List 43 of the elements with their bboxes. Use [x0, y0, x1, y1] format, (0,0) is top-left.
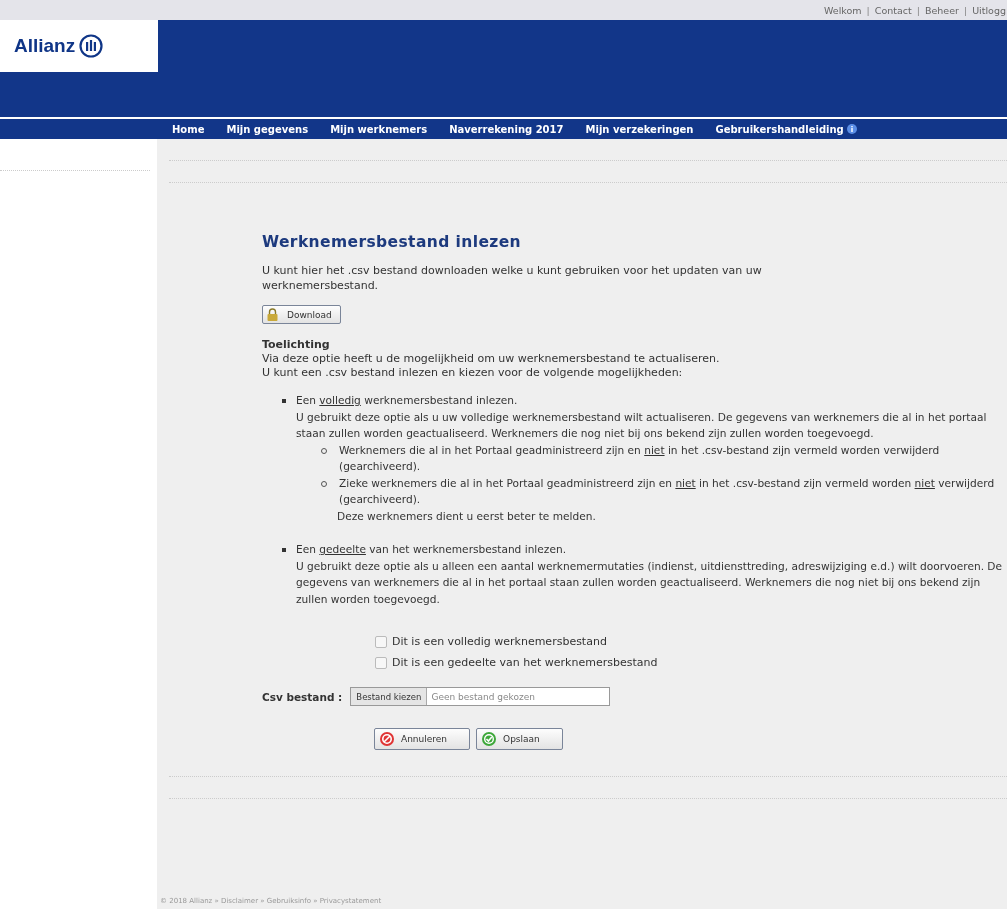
page-title: Werknemersbestand inlezen [262, 233, 523, 251]
forbidden-icon [379, 731, 395, 747]
nav-link[interactable]: Home [172, 123, 205, 135]
save-button[interactable]: Opslaan [476, 728, 563, 750]
nav-link[interactable]: Mijn gegevens [226, 123, 309, 135]
option-text: U gebruikt deze optie als u alleen een aantal werknemermutaties (indienst, uitdiensttreding, adreswijziging e.d.) wilt doorvoeren. De gegevens van werknemers die al in het portaal staan zullen worden geactualiseerd. Werknemers die nog niet bij ons bekend zijn zullen worden toegevoegd. [296, 558, 1004, 607]
separator: | [963, 4, 968, 16]
bullet-icon [282, 399, 286, 403]
top-link[interactable]: Beheer [924, 4, 959, 16]
nav-link[interactable]: Gebruikershandleiding [715, 123, 857, 135]
bullet-icon [282, 548, 286, 552]
intro-text: U kunt hier het .csv bestand downloaden welke u kunt gebruiken voor het updaten van uw werknemersbestand. [262, 263, 763, 293]
checkbox[interactable] [375, 635, 387, 648]
file-name-text: Geen bestand gekozen [430, 690, 535, 704]
separator: | [866, 4, 870, 16]
file-input[interactable]: Bestand kiezen Geen bestand gekozen [350, 687, 611, 706]
explanation-text: Via deze optie heeft u de mogelijkheid om uw werknemersbestand te actualiseren. [262, 352, 721, 366]
explanation-text: U kunt een .csv bestand inlezen en kiezen voor de volgende mogelijkheden: [262, 366, 684, 380]
logo-icon [79, 34, 104, 58]
download-button[interactable]: Download [262, 305, 341, 324]
option-note: Werknemers die al in het Portaal geadministreerd zijn en niet in het .csv-bestand zijn vermeld worden verwijderd (gearchiveerd). [339, 442, 941, 474]
option-text: U gebruikt deze optie als u uw volledige werknemersbestand wilt actualiseren. De gegevens van werknemers die al in het portaal staan zullen worden geactualiseerd. Werknemers die nog niet bij ons bekend zijn zullen worden toegevoegd. [296, 409, 988, 441]
option-note: Deze werknemers dient u eerst beter te melden. [336, 508, 597, 524]
logo-text: Allianz [14, 35, 76, 57]
option-heading: Een volledig werknemersbestand inlezen. [296, 393, 519, 408]
option-heading: Een gedeelte van het werknemersbestand inlezen. [296, 542, 567, 557]
cancel-button[interactable]: Annuleren [374, 728, 471, 750]
field-label: Csv bestand : [262, 690, 343, 703]
lock-icon [266, 308, 279, 321]
section-heading: Toelichting [262, 338, 331, 352]
top-link[interactable]: Welkom [824, 4, 862, 16]
checkbox[interactable] [375, 656, 387, 669]
option-note: Zieke werknemers die al in het Portaal geadministreerd zijn en niet in het .csv-bestand zijn vermeld worden niet verwijderd (gearchiveerd). [339, 475, 996, 507]
top-link[interactable]: Uitlogg [972, 4, 1006, 16]
separator: | [916, 4, 920, 16]
check-icon [481, 731, 498, 747]
checkbox-label: Dit is een gedeelte van het werknemersbestand [392, 656, 658, 669]
nav-link[interactable]: Naverrekening 2017 [449, 123, 564, 135]
choose-file-button[interactable]: Bestand kiezen [351, 688, 428, 705]
checkbox-label: Dit is een volledig werknemersbestand [392, 635, 607, 648]
nav-link[interactable]: Mijn verzekeringen [585, 123, 694, 135]
top-link[interactable]: Contact [874, 4, 912, 16]
nav-link[interactable]: Mijn werknemers [330, 123, 428, 135]
